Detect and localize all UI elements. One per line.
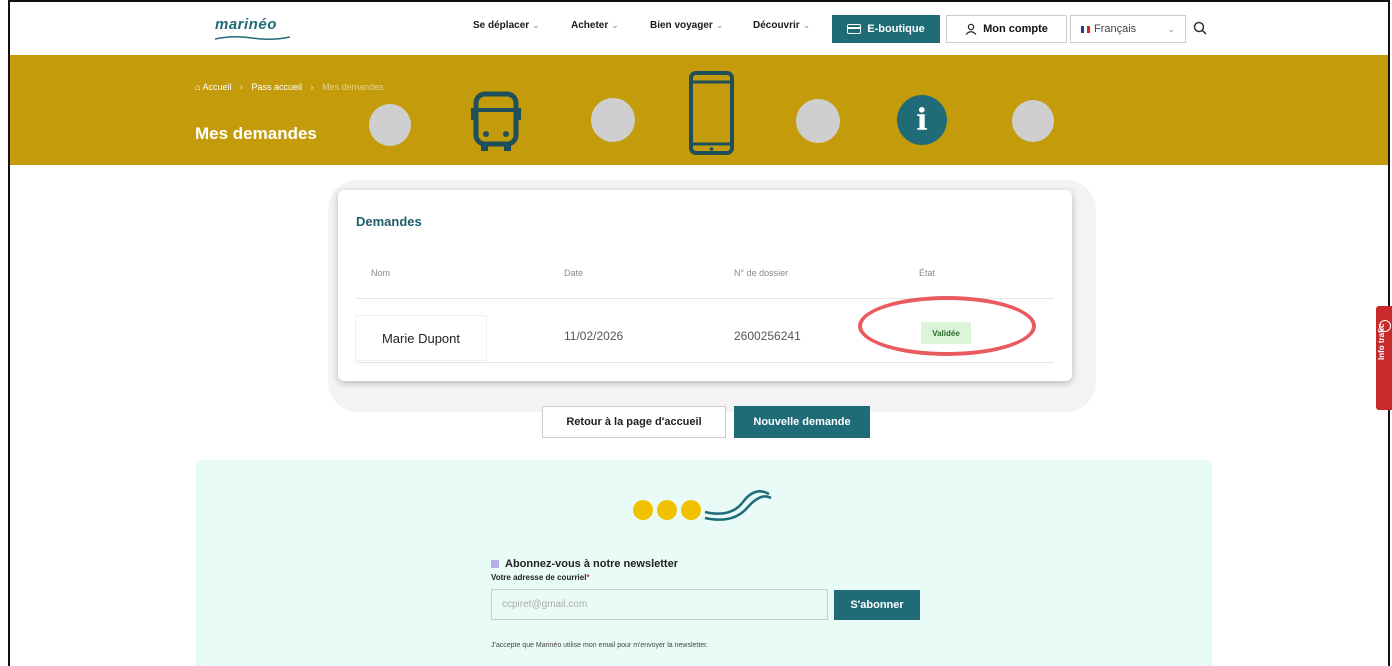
request-name: Marie Dupont [356, 316, 486, 360]
newsletter-icon [491, 560, 499, 569]
breadcrumb-pass-accueil[interactable]: Pass accueil [252, 82, 303, 92]
email-label: Votre adresse de courriel* [491, 573, 590, 582]
column-header-etat: État [919, 268, 936, 278]
account-button[interactable]: Mon compte [946, 15, 1067, 43]
decorative-dots-wave-icon [633, 490, 772, 521]
email-label-text: Votre adresse de courriel [491, 573, 587, 582]
breadcrumb-separator: › [239, 82, 243, 92]
language-value: Français [1094, 23, 1137, 35]
breadcrumb-accueil[interactable]: Accueil [202, 82, 231, 92]
card-icon [847, 24, 862, 34]
nav-bien-voyager[interactable]: Bien voyager ⌄ [650, 20, 723, 31]
row-divider [356, 362, 1054, 363]
requests-title: Demandes [356, 214, 422, 229]
phone-icon [689, 71, 734, 155]
consent-text: J'accepte que Marinéo utilise mon email … [491, 642, 709, 649]
chevron-down-icon: ⌄ [802, 20, 811, 30]
column-header-date: Date [564, 268, 584, 278]
account-label: Mon compte [983, 23, 1048, 35]
status-highlight-annotation [858, 296, 1036, 356]
language-select[interactable]: Français ⌄ [1070, 15, 1186, 43]
chevron-down-icon: ⌄ [532, 20, 540, 30]
required-mark: * [586, 573, 590, 582]
breadcrumb: ⌂ Accueil › Pass accueil › Mes demandes [195, 82, 384, 92]
search-icon[interactable] [1193, 21, 1207, 35]
nav-acheter[interactable]: Acheter ⌄ [571, 20, 619, 31]
marineo-logo[interactable]: marinéo [215, 16, 277, 33]
decorative-circle [591, 98, 635, 142]
decorative-circle [1012, 100, 1054, 142]
chevron-down-icon: ⌄ [715, 20, 724, 30]
browser-frame: marinéo Se déplacer ⌄ Acheter ⌄ Bien voyag… [8, 0, 1390, 666]
page-title: Mes demandes [195, 124, 317, 143]
info-icon: i [897, 95, 947, 145]
french-flag-icon [1081, 25, 1090, 33]
nav-decouvrir[interactable]: Découvrir ⌄ [753, 20, 810, 31]
column-header-dossier: N° de dossier [734, 268, 789, 278]
subscribe-button[interactable]: S'abonner [834, 590, 920, 620]
back-home-button[interactable]: Retour à la page d'accueil [542, 406, 726, 438]
nav-se-deplacer[interactable]: Se déplacer ⌄ [473, 20, 540, 31]
top-navigation-bar: marinéo Se déplacer ⌄ Acheter ⌄ Bien voyag… [10, 2, 1388, 55]
email-field[interactable]: ccpiret@gmail.com [491, 589, 828, 620]
newsletter-title: Abonnez-vous à notre newsletter [491, 558, 678, 570]
user-icon [965, 23, 977, 35]
chevron-down-icon: ⌄ [611, 20, 619, 30]
eshop-button[interactable]: E-boutique [832, 15, 940, 43]
column-header-nom: Nom [371, 268, 391, 278]
bus-icon [471, 91, 521, 151]
breadcrumb-separator: › [310, 82, 314, 92]
home-icon: ⌂ [195, 82, 201, 92]
chevron-down-icon: ⌄ [1167, 23, 1175, 34]
request-file-number: 2600256241 [734, 329, 801, 343]
breadcrumb-current: Mes demandes [322, 82, 384, 92]
new-request-button[interactable]: Nouvelle demande [734, 406, 870, 438]
requests-card: Demandes Nom Date N° de dossier État Mar… [338, 190, 1072, 381]
logo-wave-icon [215, 35, 290, 41]
decorative-circle [369, 104, 411, 146]
eshop-label: E-boutique [867, 23, 925, 35]
info-trafic-label: Info trafic [1377, 323, 1386, 360]
decorative-circle [796, 99, 840, 143]
newsletter-section: Abonnez-vous à notre newsletter Votre ad… [196, 460, 1212, 666]
request-date: 11/02/2026 [564, 329, 624, 343]
newsletter-title-text: Abonnez-vous à notre newsletter [505, 558, 678, 570]
